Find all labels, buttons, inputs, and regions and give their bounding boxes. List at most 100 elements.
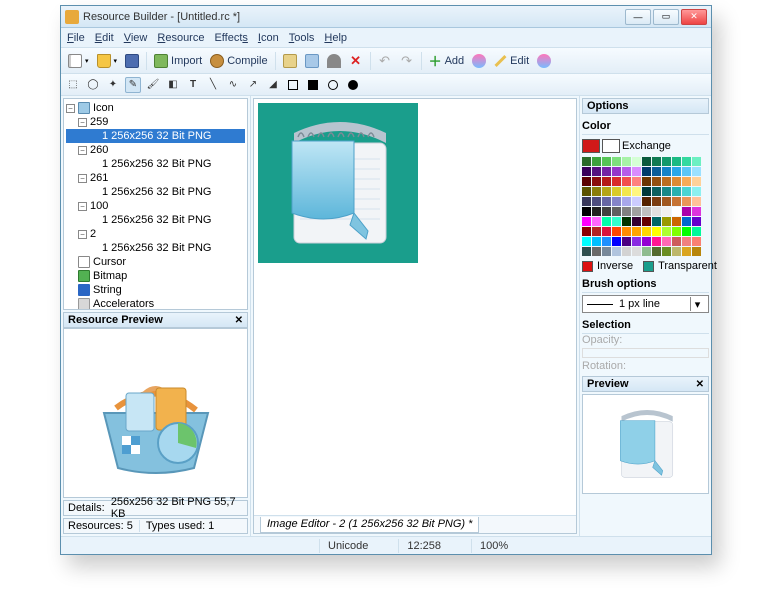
cut-button[interactable] xyxy=(324,51,344,71)
palette-cell[interactable] xyxy=(622,247,631,256)
color-palette[interactable] xyxy=(582,157,709,256)
palette-cell[interactable] xyxy=(692,157,701,166)
palette-cell[interactable] xyxy=(662,177,671,186)
palette-cell[interactable] xyxy=(632,237,641,246)
palette-cell[interactable] xyxy=(582,167,591,176)
tree-row[interactable]: −100 xyxy=(66,199,245,213)
palette-cell[interactable] xyxy=(632,177,641,186)
palette-cell[interactable] xyxy=(662,247,671,256)
compile-button[interactable]: Compile xyxy=(207,51,270,71)
palette-cell[interactable] xyxy=(622,177,631,186)
palette-cell[interactable] xyxy=(582,157,591,166)
palette-cell[interactable] xyxy=(642,237,651,246)
palette-cell[interactable] xyxy=(682,197,691,206)
palette-cell[interactable] xyxy=(602,187,611,196)
import-button[interactable]: Import xyxy=(151,51,205,71)
exchange-link[interactable]: Exchange xyxy=(622,140,671,152)
palette-cell[interactable] xyxy=(672,217,681,226)
tree-row[interactable]: −261 xyxy=(66,171,245,185)
palette-cell[interactable] xyxy=(662,167,671,176)
palette-cell[interactable] xyxy=(682,237,691,246)
palette-cell[interactable] xyxy=(602,157,611,166)
palette-cell[interactable] xyxy=(612,227,621,236)
palette-cell[interactable] xyxy=(592,157,601,166)
preview-close-icon[interactable]: ✕ xyxy=(696,379,704,390)
image-canvas[interactable] xyxy=(258,103,418,263)
transparent-toggle[interactable]: Transparent xyxy=(643,260,717,272)
palette-cell[interactable] xyxy=(612,207,621,216)
tree-row[interactable]: −Icon xyxy=(66,101,245,115)
palette-cell[interactable] xyxy=(642,167,651,176)
palette-cell[interactable] xyxy=(602,197,611,206)
palette-cell[interactable] xyxy=(642,227,651,236)
menu-resource[interactable]: Resource xyxy=(157,32,204,44)
palette-cell[interactable] xyxy=(592,227,601,236)
tool-circle-fill[interactable] xyxy=(345,77,361,93)
resource-tree[interactable]: −Icon−2591 256x256 32 Bit PNG−2601 256x2… xyxy=(63,98,248,310)
palette-cell[interactable] xyxy=(682,177,691,186)
paste-button[interactable] xyxy=(280,51,300,71)
minimize-button[interactable]: — xyxy=(625,9,651,25)
brush-select[interactable]: 1 px line ▾ xyxy=(582,295,709,313)
palette-cell[interactable] xyxy=(682,217,691,226)
palette-cell[interactable] xyxy=(612,177,621,186)
menu-view[interactable]: View xyxy=(124,32,148,44)
palette-cell[interactable] xyxy=(642,197,651,206)
tool-wand[interactable]: ✦ xyxy=(105,77,121,93)
palette-cell[interactable] xyxy=(632,197,641,206)
palette-cell[interactable] xyxy=(652,197,661,206)
maximize-button[interactable]: ▭ xyxy=(653,9,679,25)
close-button[interactable]: ✕ xyxy=(681,9,707,25)
palette-cell[interactable] xyxy=(602,217,611,226)
palette-cell[interactable] xyxy=(682,157,691,166)
palette-cell[interactable] xyxy=(612,217,621,226)
tree-row[interactable]: 1 256x256 32 Bit PNG xyxy=(66,129,245,143)
palette-cell[interactable] xyxy=(622,237,631,246)
redo-button[interactable]: ↷ xyxy=(397,51,417,71)
palette-cell[interactable] xyxy=(622,217,631,226)
palette-cell[interactable] xyxy=(682,227,691,236)
palette-cell[interactable] xyxy=(692,237,701,246)
palette-cell[interactable] xyxy=(652,237,661,246)
foreground-swatch[interactable] xyxy=(582,139,600,153)
palette-cell[interactable] xyxy=(692,227,701,236)
menu-tools[interactable]: Tools xyxy=(289,32,315,44)
palette-cell[interactable] xyxy=(622,207,631,216)
tool-pencil[interactable]: ✎ xyxy=(125,77,141,93)
palette-cell[interactable] xyxy=(612,237,621,246)
palette-cell[interactable] xyxy=(672,227,681,236)
save-button[interactable] xyxy=(122,51,142,71)
palette-cell[interactable] xyxy=(622,187,631,196)
palette-cell[interactable] xyxy=(632,157,641,166)
palette-cell[interactable] xyxy=(672,197,681,206)
palette-cell[interactable] xyxy=(622,197,631,206)
palette-cell[interactable] xyxy=(612,247,621,256)
palette-cell[interactable] xyxy=(662,237,671,246)
palette-cell[interactable] xyxy=(642,207,651,216)
tool-circle-outline[interactable] xyxy=(325,77,341,93)
tree-row[interactable]: Bitmap xyxy=(66,269,245,283)
palette-cell[interactable] xyxy=(582,197,591,206)
palette-cell[interactable] xyxy=(682,167,691,176)
delete-button[interactable]: ✕ xyxy=(346,51,366,71)
tree-row[interactable]: String xyxy=(66,283,245,297)
palette-cell[interactable] xyxy=(672,187,681,196)
palette-cell[interactable] xyxy=(642,217,651,226)
palette-cell[interactable] xyxy=(672,207,681,216)
tree-row[interactable]: 1 256x256 32 Bit PNG xyxy=(66,241,245,255)
palette-cell[interactable] xyxy=(642,177,651,186)
palette-cell[interactable] xyxy=(672,167,681,176)
palette-cell[interactable] xyxy=(582,207,591,216)
palette-cell[interactable] xyxy=(622,157,631,166)
palette-cell[interactable] xyxy=(592,167,601,176)
palette-cell[interactable] xyxy=(632,217,641,226)
tool-rect-fill[interactable] xyxy=(305,77,321,93)
palette-cell[interactable] xyxy=(652,217,661,226)
palette-cell[interactable] xyxy=(602,207,611,216)
menu-icon[interactable]: Icon xyxy=(258,32,279,44)
palette-cell[interactable] xyxy=(642,247,651,256)
palette-cell[interactable] xyxy=(662,157,671,166)
palette-cell[interactable] xyxy=(582,247,591,256)
palette-cell[interactable] xyxy=(662,197,671,206)
palette-cell[interactable] xyxy=(612,167,621,176)
